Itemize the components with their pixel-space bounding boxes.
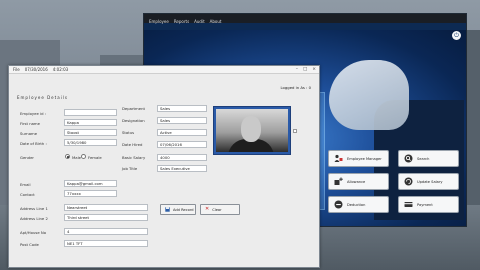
file-menu[interactable]: File: [13, 67, 20, 72]
gender-male-radio[interactable]: [65, 154, 70, 159]
dob-field[interactable]: 5/30/1980: [64, 139, 117, 146]
power-button[interactable]: ⏻: [452, 31, 461, 40]
allowance-label: Allowance: [347, 179, 366, 184]
update-salary-button[interactable]: Update Salary: [398, 173, 459, 190]
address2-label: Address Line 2: [20, 216, 48, 221]
surname-label: Surname: [20, 131, 38, 136]
gender-female-label: Female: [88, 155, 102, 160]
menu-employee[interactable]: Employee: [149, 19, 169, 24]
gender-label: Gender: [20, 155, 34, 160]
employee-form-window: File 07/30/2016 4:02:03 – □ × Logged in …: [8, 65, 320, 268]
refresh-icon: [404, 177, 413, 186]
status-label: Status: [122, 130, 135, 135]
payment-button[interactable]: Payment: [398, 196, 459, 213]
date-hired-label: Date Hired: [122, 142, 143, 147]
update-salary-label: Update Salary: [417, 179, 443, 184]
employee-photo-frame: [213, 106, 291, 155]
designation-field[interactable]: Sales: [157, 117, 207, 124]
address1-label: Address Line 1: [20, 206, 48, 211]
status-field[interactable]: Active: [157, 129, 207, 136]
search-button[interactable]: Search: [398, 150, 459, 167]
dob-label: Date of Birth :: [20, 141, 47, 146]
email-field[interactable]: Kappa@gmail.com: [64, 180, 117, 187]
employee-manager-button[interactable]: Employee Manager: [328, 150, 389, 167]
payment-label: Payment: [417, 202, 433, 207]
form-titlebar: File 07/30/2016 4:02:03: [9, 66, 319, 74]
clear-label: Clear: [212, 207, 222, 212]
gender-female-radio[interactable]: [81, 154, 86, 159]
payment-icon: [404, 200, 413, 209]
title-date: 07/30/2016: [24, 67, 48, 72]
employee-id-label: Employee id :: [20, 111, 46, 116]
add-record-label: Add Record: [173, 207, 194, 212]
search-label: Search: [417, 156, 430, 161]
users-icon: [334, 154, 343, 163]
department-label: Department: [122, 106, 145, 111]
minimize-icon[interactable]: –: [296, 67, 298, 72]
postcode-field[interactable]: NE1 TFT: [64, 240, 148, 247]
save-icon: [165, 206, 170, 213]
address2-field[interactable]: Third street: [64, 214, 148, 221]
employee-photo: [216, 109, 288, 152]
address1-field[interactable]: Nearstreet: [64, 204, 148, 211]
section-title: Employee Details: [17, 95, 68, 100]
maximize-icon[interactable]: □: [303, 67, 307, 72]
menu-about[interactable]: About: [210, 19, 222, 24]
logged-in-status: Logged in As : 0: [280, 85, 312, 90]
menu-reports[interactable]: Reports: [174, 19, 189, 24]
contact-field[interactable]: 77xxxx: [64, 190, 117, 197]
allowance-button[interactable]: Allowance: [328, 173, 389, 190]
deduction-button[interactable]: Deduction: [328, 196, 389, 213]
window-controls: – □ ×: [296, 67, 316, 72]
contact-label: Contact: [20, 192, 35, 197]
search-icon: [404, 154, 413, 163]
postcode-label: Post Code: [20, 242, 39, 247]
first-name-label: First name: [20, 121, 40, 126]
photo-edit-handle[interactable]: [293, 129, 297, 133]
job-title-field[interactable]: Sales Executive: [157, 165, 207, 172]
first-name-field[interactable]: Kappa: [64, 119, 117, 126]
add-record-button[interactable]: Add Record: [160, 204, 196, 215]
employee-id-field[interactable]: [64, 109, 117, 116]
job-title-label: Job Title: [122, 166, 138, 171]
department-field[interactable]: Sales: [157, 105, 207, 112]
dashboard-menubar: Employee Reports Audit About: [144, 18, 466, 25]
surname-field[interactable]: Stoost: [64, 129, 117, 136]
close-icon[interactable]: ×: [312, 67, 316, 72]
clear-button[interactable]: ✕ Clear: [200, 204, 240, 215]
apt-field[interactable]: 4: [64, 228, 148, 235]
gender-male-label: Male: [72, 155, 81, 160]
employee-manager-label: Employee Manager: [347, 156, 382, 161]
title-time: 4:02:03: [52, 67, 69, 72]
deduction-label: Deduction: [347, 202, 366, 207]
basic-salary-field[interactable]: 4000: [157, 154, 207, 161]
menu-audit[interactable]: Audit: [194, 19, 205, 24]
allowance-icon: [334, 177, 343, 186]
email-label: Email: [20, 182, 31, 187]
clear-icon: ✕: [205, 206, 210, 212]
basic-salary-label: Basic Salary: [122, 155, 146, 160]
apt-label: Apt/House No: [20, 230, 47, 235]
designation-label: Designation: [122, 118, 145, 123]
date-hired-field[interactable]: 07/06/2016: [157, 141, 207, 148]
deduction-icon: [334, 200, 343, 209]
